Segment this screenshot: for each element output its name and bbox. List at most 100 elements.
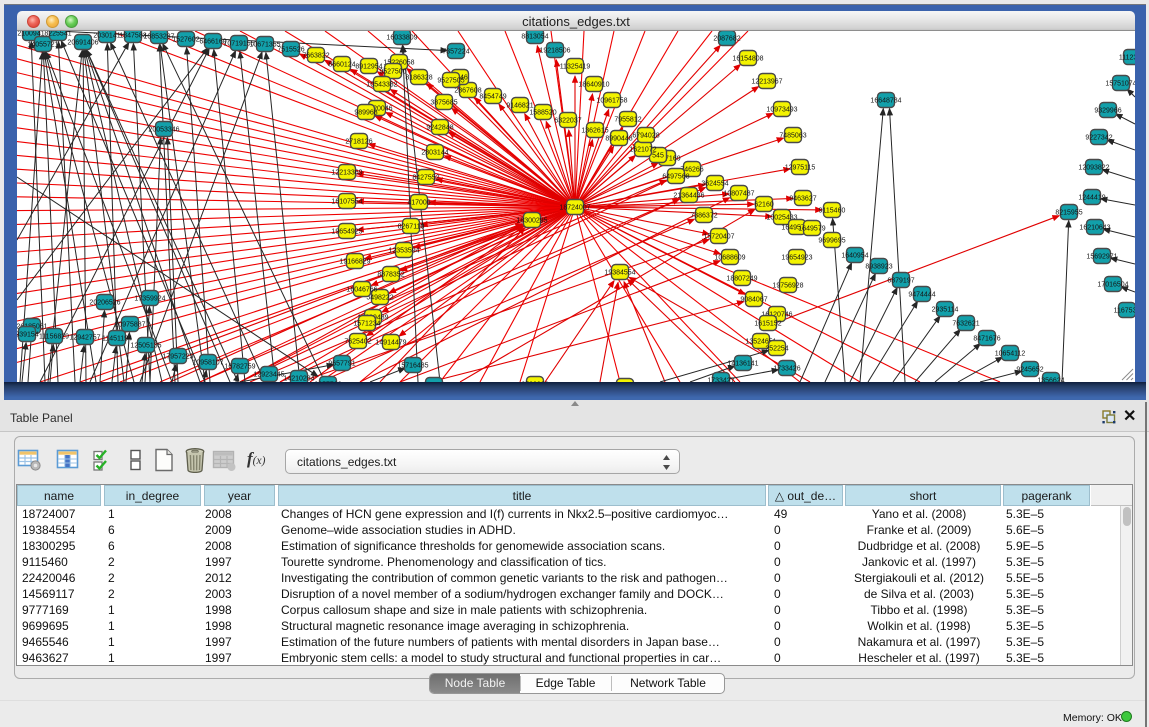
svg-text:17359924: 17359924: [134, 295, 165, 302]
svg-text:16046766: 16046766: [346, 286, 377, 293]
svg-text:10688609: 10688609: [714, 254, 745, 261]
svg-text:20206526: 20206526: [89, 299, 120, 306]
svg-text:8990448: 8990448: [605, 135, 632, 142]
svg-text:7515526: 7515526: [277, 46, 304, 53]
svg-text:6879197: 6879197: [887, 277, 914, 284]
svg-text:14914479: 14914479: [375, 339, 406, 346]
svg-text:2030141: 2030141: [93, 32, 120, 39]
svg-text:20691406: 20691406: [67, 39, 98, 46]
svg-text:15692971: 15692971: [1086, 253, 1117, 260]
svg-text:11451194: 11451194: [102, 335, 132, 342]
svg-text:7663822: 7663822: [302, 52, 329, 59]
svg-text:8813054: 8813054: [521, 33, 548, 40]
svg-text:2935114: 2935114: [932, 306, 959, 313]
svg-text:16648784: 16648784: [870, 97, 901, 104]
svg-text:9245652: 9245652: [1016, 366, 1043, 373]
svg-text:7955812: 7955812: [614, 116, 641, 123]
svg-text:14055721: 14055721: [27, 41, 58, 48]
svg-text:9329966: 9329966: [1094, 107, 1121, 114]
svg-text:545: 545: [652, 152, 664, 159]
svg-text:10671355: 10671355: [249, 41, 280, 48]
svg-text:12093822: 12093822: [1078, 164, 1109, 171]
svg-text:19384554: 19384554: [604, 269, 635, 276]
svg-text:8427552: 8427552: [412, 174, 439, 181]
svg-text:1588520: 1588520: [529, 109, 556, 116]
svg-text:8878352: 8878352: [377, 271, 404, 278]
svg-text:62160: 62160: [754, 201, 774, 208]
svg-text:8938923: 8938923: [865, 263, 892, 270]
svg-text:989968: 989968: [354, 109, 377, 116]
svg-text:17016504: 17016504: [1097, 281, 1128, 288]
svg-text:16033809: 16033809: [386, 34, 417, 41]
svg-text:7386372: 7386372: [690, 212, 717, 219]
svg-text:5498222: 5498222: [366, 294, 393, 301]
svg-text:1621072: 1621072: [629, 146, 656, 153]
svg-text:20975887: 20975887: [114, 321, 145, 328]
svg-text:7485063: 7485063: [779, 132, 806, 139]
svg-text:9146821: 9146821: [506, 102, 533, 109]
svg-text:2087682: 2087682: [713, 35, 740, 42]
svg-text:19218506: 19218506: [539, 47, 570, 54]
svg-text:15720407: 15720407: [703, 233, 734, 240]
svg-text:2718126: 2718126: [345, 138, 372, 145]
svg-text:9115460: 9115460: [819, 207, 846, 214]
svg-text:9699695: 9699695: [818, 237, 845, 244]
svg-text:1167533: 1167533: [1114, 307, 1135, 314]
svg-text:10973493: 10973493: [766, 106, 797, 113]
svg-text:9474444: 9474444: [908, 291, 935, 298]
svg-text:9527505: 9527505: [437, 77, 464, 84]
svg-text:10961758: 10961758: [596, 97, 627, 104]
svg-text:939154: 939154: [17, 331, 39, 338]
svg-text:6497568: 6497568: [662, 173, 689, 180]
svg-text:8454749: 8454749: [479, 93, 506, 100]
svg-text:12213967: 12213967: [751, 78, 782, 85]
svg-text:6322037: 6322037: [554, 117, 581, 124]
svg-text:8186328: 8186328: [405, 74, 432, 81]
svg-text:12975115: 12975115: [785, 164, 816, 171]
svg-text:9242848: 9242848: [426, 124, 453, 131]
svg-text:9084067: 9084067: [740, 296, 767, 303]
svg-text:9527500: 9527500: [379, 68, 406, 75]
svg-text:12505135: 12505135: [130, 342, 161, 349]
svg-text:16210643: 16210643: [1079, 224, 1110, 231]
svg-text:6794028: 6794028: [632, 132, 659, 139]
svg-text:8215955: 8215955: [1055, 209, 1082, 216]
svg-text:18300295: 18300295: [516, 217, 547, 224]
svg-text:19654923: 19654923: [781, 254, 812, 261]
svg-text:21364436: 21364436: [673, 192, 704, 199]
svg-text:1640954: 1640954: [841, 252, 868, 259]
svg-text:1615152: 1615152: [754, 320, 781, 327]
svg-text:16154808: 16154808: [732, 55, 763, 62]
svg-text:12353594: 12353594: [388, 247, 419, 254]
svg-text:17957223: 17957223: [162, 353, 193, 360]
svg-text:1362615: 1362615: [581, 127, 608, 134]
svg-text:19756928: 19756928: [772, 282, 803, 289]
svg-text:417006: 417006: [407, 199, 430, 206]
svg-text:3875685: 3875685: [430, 99, 457, 106]
svg-text:8660124: 8660124: [328, 61, 355, 68]
svg-text:1733426: 1733426: [773, 365, 800, 372]
svg-text:9657791: 9657791: [328, 360, 355, 367]
svg-text:8267110: 8267110: [398, 223, 425, 230]
svg-text:1649579: 1649579: [798, 225, 825, 232]
svg-text:19654925: 19654925: [331, 228, 362, 235]
svg-text:8471676: 8471676: [973, 335, 1000, 342]
svg-text:10958107: 10958107: [192, 359, 223, 366]
svg-text:8225541: 8225541: [44, 31, 71, 37]
svg-text:3624554: 3624554: [701, 180, 728, 187]
svg-text:12213369: 12213369: [331, 169, 362, 176]
svg-text:7625402: 7625402: [344, 338, 371, 345]
svg-text:10853287: 10853287: [143, 33, 174, 40]
svg-text:1244419: 1244419: [1078, 194, 1105, 201]
svg-text:11156829: 11156829: [39, 333, 69, 340]
svg-text:14136141: 14136141: [727, 360, 758, 367]
svg-text:2803144: 2803144: [421, 149, 448, 156]
svg-text:1571234: 1571234: [353, 320, 380, 327]
svg-text:7357224: 7357224: [442, 48, 469, 55]
svg-text:1112345: 1112345: [1119, 54, 1135, 61]
svg-text:7632621: 7632621: [952, 320, 979, 327]
svg-text:2867608: 2867608: [454, 87, 481, 94]
svg-text:14210284: 14210284: [283, 375, 314, 382]
svg-text:1527602: 1527602: [172, 36, 199, 43]
svg-text:15716485: 15716485: [397, 362, 428, 369]
